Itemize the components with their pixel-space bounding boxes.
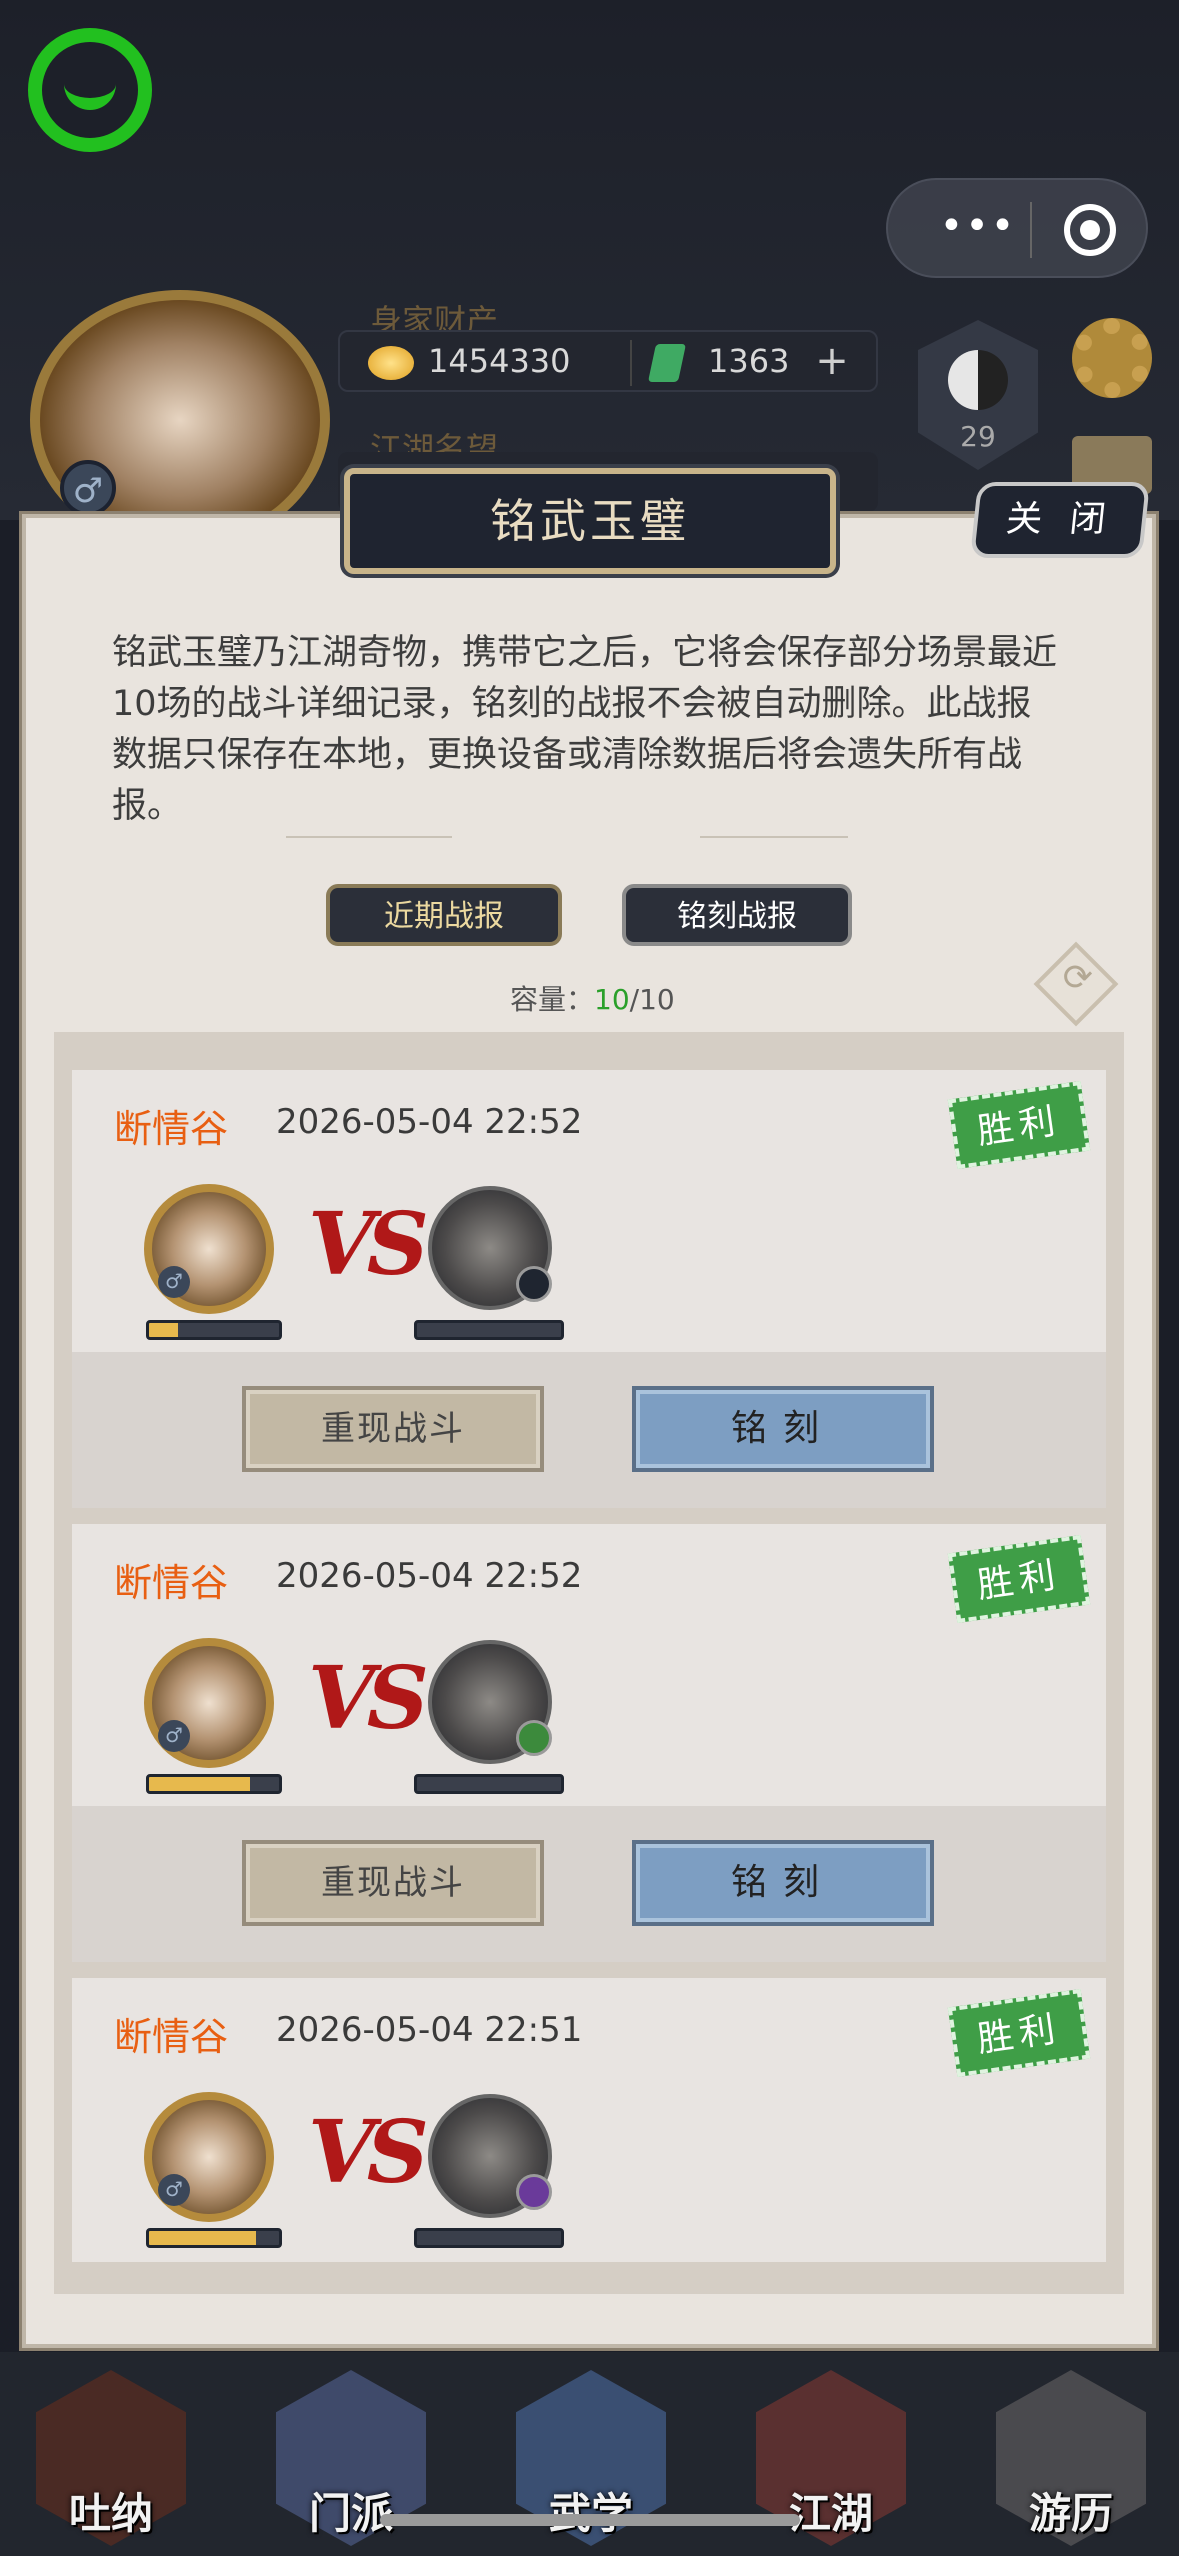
tab-engraved-reports[interactable]: 铭刻战报 xyxy=(622,884,852,946)
capsule-divider xyxy=(1030,202,1032,258)
battle-card: 断情谷 2026-05-04 22:51 胜利 ♂ VS xyxy=(72,1978,1106,2262)
replay-battle-button[interactable]: 重现战斗 xyxy=(242,1386,544,1472)
battle-card: 断情谷 2026-05-04 22:52 胜利 ♂ VS 重现战斗 铭刻 xyxy=(72,1524,1106,1962)
home-indicator xyxy=(380,2514,800,2526)
player-hp-fill xyxy=(149,1323,178,1337)
tab-recent-reports[interactable]: 近期战报 xyxy=(326,884,562,946)
enemy-hp-bar xyxy=(414,1774,564,1794)
divider-right xyxy=(700,836,848,838)
miniapp-capsule: ••• xyxy=(886,178,1148,278)
close-button[interactable]: 关 闭 xyxy=(970,482,1150,558)
vs-label: VS xyxy=(308,2102,429,2203)
wealth-bar: 1454330 1363 + xyxy=(338,330,878,392)
vs-label: VS xyxy=(308,1648,429,1749)
enemy-rank-icon xyxy=(516,1266,552,1302)
enemy-rank-icon xyxy=(516,1720,552,1756)
nav-label-tuna[interactable]: 吐纳 xyxy=(36,2480,186,2541)
player-hp-fill xyxy=(149,2231,256,2245)
capacity-indicator: 容量：10/10 xyxy=(510,978,675,1018)
app-logo-icon[interactable] xyxy=(28,28,152,152)
battle-place: 断情谷 xyxy=(114,1107,229,1151)
nav-label-jianghu[interactable]: 江湖 xyxy=(756,2480,906,2541)
nav-label-travel[interactable]: 游历 xyxy=(996,2480,1146,2541)
add-currency-button[interactable]: + xyxy=(810,340,854,384)
gender-male-icon: ♂ xyxy=(158,1720,190,1752)
vs-label: VS xyxy=(308,1194,429,1295)
player-hp-fill xyxy=(149,1777,251,1791)
victory-stamp: 胜利 xyxy=(947,1535,1091,1623)
battle-card-info: 断情谷 2026-05-04 22:52 胜利 ♂ VS xyxy=(72,1070,1106,1352)
gold-ingot-icon xyxy=(368,346,414,380)
victory-stamp: 胜利 xyxy=(947,1081,1091,1169)
enemy-rank-icon xyxy=(516,2174,552,2210)
gender-male-icon: ♂ xyxy=(158,1266,190,1298)
battle-time: 2026-05-04 22:52 xyxy=(276,1556,583,1596)
battle-card-actions: 重现战斗 铭刻 xyxy=(72,1352,1106,1508)
victory-stamp: 胜利 xyxy=(947,1989,1091,2077)
panel-description: 铭武玉璧乃江湖奇物，携带它之后，它将会保存部分场景最近10场的战斗详细记录，铭刻… xyxy=(112,633,1058,826)
battle-place: 断情谷 xyxy=(114,2015,229,2059)
battle-time: 2026-05-04 22:52 xyxy=(276,1102,583,1142)
wealth-divider xyxy=(630,340,632,386)
gear-icon[interactable] xyxy=(1072,318,1152,398)
battle-place: 断情谷 xyxy=(114,1561,229,1605)
battle-card: 断情谷 2026-05-04 22:52 胜利 ♂ VS 重现战斗 铭刻 xyxy=(72,1070,1106,1508)
capacity-used: 10 xyxy=(594,983,630,1016)
capacity-total: /10 xyxy=(629,983,675,1016)
panel-title: 铭武玉璧 xyxy=(490,494,690,548)
battle-card-info: 断情谷 2026-05-04 22:51 胜利 ♂ VS xyxy=(72,1978,1106,2260)
jade-amount: 1363 xyxy=(708,342,790,380)
battle-card-info: 断情谷 2026-05-04 22:52 胜利 ♂ VS xyxy=(72,1524,1106,1806)
player-hp-bar xyxy=(146,1774,282,1794)
gender-male-icon: ♂ xyxy=(60,460,116,516)
close-miniapp-icon[interactable] xyxy=(1064,204,1116,256)
gender-male-icon: ♂ xyxy=(158,2174,190,2206)
engrave-button[interactable]: 铭刻 xyxy=(632,1386,934,1472)
coin-amount: 1454330 xyxy=(428,342,571,380)
replay-battle-button[interactable]: 重现战斗 xyxy=(242,1840,544,1926)
nav-label-sect[interactable]: 门派 xyxy=(276,2480,426,2541)
engrave-button[interactable]: 铭刻 xyxy=(632,1840,934,1926)
enemy-hp-bar xyxy=(414,1320,564,1340)
battle-time: 2026-05-04 22:51 xyxy=(276,2010,583,2050)
more-options-button[interactable]: ••• xyxy=(928,206,1028,250)
battle-card-actions: 重现战斗 铭刻 xyxy=(72,1806,1106,1962)
jade-icon xyxy=(647,344,687,382)
enemy-hp-bar xyxy=(414,2228,564,2248)
nav-label-martial[interactable]: 武学 xyxy=(516,2480,666,2541)
panel-title-plate: 铭武玉璧 xyxy=(344,468,836,574)
divider-left xyxy=(286,836,452,838)
level-value: 29 xyxy=(960,420,996,453)
player-hp-bar xyxy=(146,1320,282,1340)
player-hp-bar xyxy=(146,2228,282,2248)
capacity-label: 容量： xyxy=(510,983,595,1016)
